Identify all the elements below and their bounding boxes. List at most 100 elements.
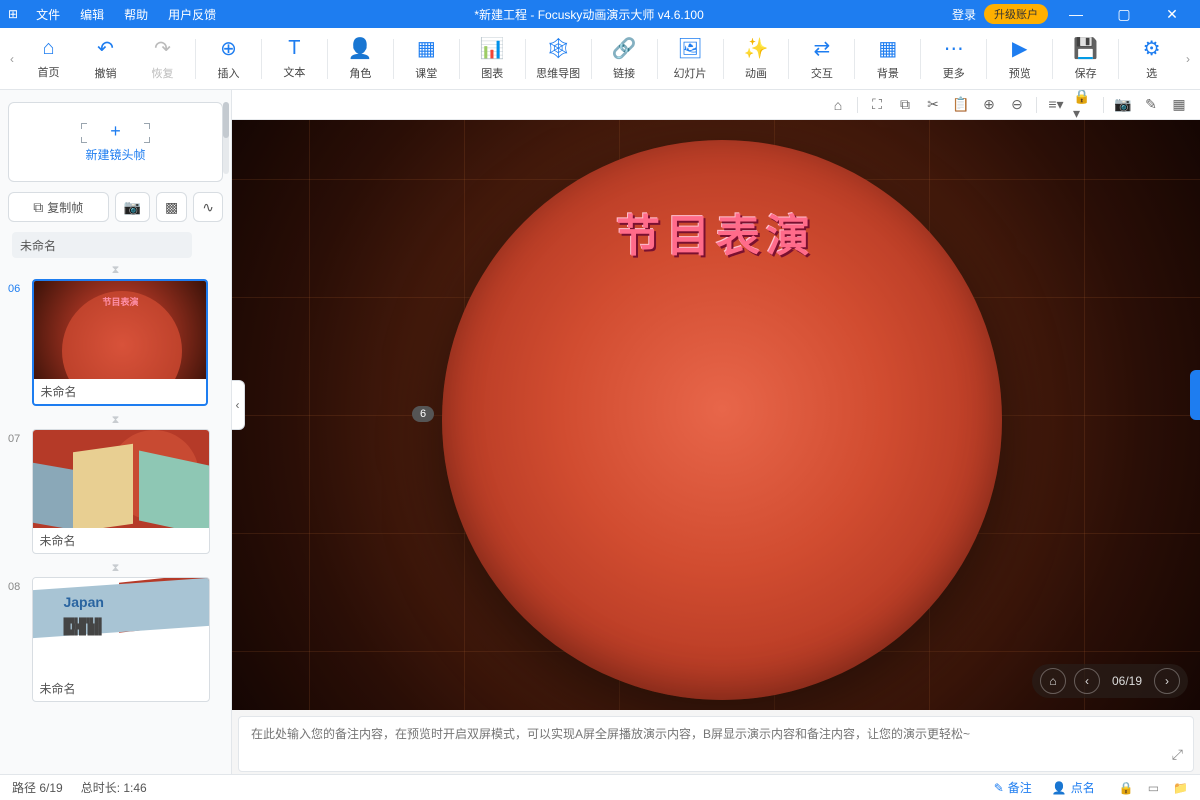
status-path: 路径 6/19 xyxy=(12,779,63,796)
thumb-item-08[interactable]: 08 Japan████ ████ ████ ████ ████████ ██ … xyxy=(8,577,223,702)
tool-交互[interactable]: ⇄交互 xyxy=(793,30,850,88)
qr-button[interactable]: ▩ xyxy=(156,192,187,222)
保存-icon: 💾 xyxy=(1073,36,1098,61)
edit-icon[interactable]: ✎ xyxy=(1140,94,1162,116)
frame-number-badge: 6 xyxy=(412,406,434,422)
更多-icon: ⋯ xyxy=(944,36,964,61)
课堂-icon: ▦ xyxy=(417,36,436,61)
角色-icon: 👤 xyxy=(348,36,373,61)
statusbar: 路径 6/19 总时长: 1:46 ✎ 备注 👤 点名 🔒 ▭ 📁 xyxy=(0,774,1200,800)
tool-保存[interactable]: 💾保存 xyxy=(1057,30,1114,88)
titlebar: ⊞ 文件 编辑 帮助 用户反馈 *新建工程 - Focusky动画演示大师 v4… xyxy=(0,0,1200,28)
tool-文本[interactable]: T文本 xyxy=(266,30,323,88)
notes-expand-icon[interactable]: ⤢ xyxy=(1172,746,1183,763)
预览-icon: ▶ xyxy=(1012,36,1027,61)
path-button[interactable]: ∿ xyxy=(193,192,223,222)
tool-撤销[interactable]: ↶撤销 xyxy=(77,30,134,88)
sidebar-scrollbar[interactable] xyxy=(223,102,229,174)
撤销-icon: ↶ xyxy=(97,36,114,61)
tool-首页[interactable]: ⌂首页 xyxy=(20,30,77,88)
tool-插入[interactable]: ⊕插入 xyxy=(200,30,257,88)
frame-name-input[interactable] xyxy=(12,232,192,258)
lock-icon[interactable]: 🔒▾ xyxy=(1073,94,1095,116)
tool-更多[interactable]: ⋯更多 xyxy=(925,30,982,88)
path-icon: ∿ xyxy=(202,199,214,216)
main-toolbar: ‹ ⌂首页↶撤销↷恢复⊕插入T文本👤角色▦课堂📊图表🕸思维导图🔗链接🖼幻灯片✨动… xyxy=(0,28,1200,90)
tool-角色[interactable]: 👤角色 xyxy=(332,30,389,88)
camera-icon: 📷 xyxy=(124,199,141,216)
upgrade-button[interactable]: 升级账户 xyxy=(984,4,1048,24)
transition-icon[interactable]: ⧗ xyxy=(8,560,223,577)
tool-思维导图[interactable]: 🕸思维导图 xyxy=(530,30,587,88)
nav-next-button[interactable]: › xyxy=(1154,668,1180,694)
right-panel-expand[interactable] xyxy=(1190,370,1200,420)
sidebar-collapse-handle[interactable]: ‹ xyxy=(232,380,245,430)
cut-icon[interactable]: ✂ xyxy=(922,94,944,116)
toolbar-scroll-left[interactable]: ‹ xyxy=(4,30,20,88)
menu-file[interactable]: 文件 xyxy=(26,6,70,23)
maximize-button[interactable]: ▢ xyxy=(1104,6,1144,23)
new-frame-button[interactable]: + 新建镜头帧 xyxy=(8,102,223,182)
tool-选[interactable]: ⚙选 xyxy=(1123,30,1180,88)
首页-icon: ⌂ xyxy=(42,37,54,60)
frames-sidebar: + 新建镜头帧 ⧉复制帧 📷 ▩ ∿ ⧗ 06 节目表演 未命名 ⧗ 07 xyxy=(0,90,232,774)
status-lock-icon[interactable]: 🔒 xyxy=(1119,781,1134,795)
menu-feedback[interactable]: 用户反馈 xyxy=(158,6,226,23)
status-view-icon[interactable]: ▭ xyxy=(1148,781,1159,795)
tool-课堂[interactable]: ▦课堂 xyxy=(398,30,455,88)
thumbnail-list: ⧗ 06 节目表演 未命名 ⧗ 07 未命名 ⧗ 08 xyxy=(8,262,223,774)
图表-icon: 📊 xyxy=(480,36,505,61)
status-folder-icon[interactable]: 📁 xyxy=(1173,781,1188,795)
zoom-in-icon[interactable]: ⊕ xyxy=(978,94,1000,116)
toolbar-scroll-right[interactable]: › xyxy=(1180,30,1196,88)
tool-动画[interactable]: ✨动画 xyxy=(727,30,784,88)
nav-prev-button[interactable]: ‹ xyxy=(1074,668,1100,694)
动画-icon: ✨ xyxy=(744,36,769,61)
login-link[interactable]: 登录 xyxy=(952,6,976,23)
minimize-button[interactable]: — xyxy=(1056,6,1096,22)
notes-panel: ⤢ xyxy=(238,716,1194,772)
tool-图表[interactable]: 📊图表 xyxy=(464,30,521,88)
new-frame-label: 新建镜头帧 xyxy=(85,146,145,163)
tool-预览[interactable]: ▶预览 xyxy=(991,30,1048,88)
thumb-item-06[interactable]: 06 节目表演 未命名 xyxy=(8,279,223,406)
snapshot-icon[interactable]: 📷 xyxy=(1112,94,1134,116)
menu-edit[interactable]: 编辑 xyxy=(70,6,114,23)
文本-icon: T xyxy=(288,37,300,60)
home-icon[interactable]: ⌂ xyxy=(827,94,849,116)
tool-链接[interactable]: 🔗链接 xyxy=(596,30,653,88)
canvas-navigator: ⌂ ‹ 06/19 › xyxy=(1032,664,1188,698)
nav-home-button[interactable]: ⌂ xyxy=(1040,668,1066,694)
close-button[interactable]: ✕ xyxy=(1152,6,1192,23)
思维导图-icon: 🕸 xyxy=(545,36,570,61)
notes-textarea[interactable] xyxy=(251,725,1181,765)
tool-幻灯片[interactable]: 🖼幻灯片 xyxy=(662,30,719,88)
恢复-icon: ↷ xyxy=(154,36,171,61)
align-icon[interactable]: ≡▾ xyxy=(1045,94,1067,116)
status-rollcall-button[interactable]: 👤 点名 xyxy=(1052,779,1095,796)
copy-icon[interactable]: ⧉ xyxy=(894,94,916,116)
camera-button[interactable]: 📷 xyxy=(115,192,150,222)
tool-恢复[interactable]: ↷恢复 xyxy=(134,30,191,88)
paste-icon[interactable]: 📋 xyxy=(950,94,972,116)
幻灯片-icon: 🖼 xyxy=(677,36,702,61)
transition-icon[interactable]: ⧗ xyxy=(8,412,223,429)
plus-icon: + xyxy=(110,121,121,142)
thumb-item-07[interactable]: 07 未命名 xyxy=(8,429,223,554)
插入-icon: ⊕ xyxy=(220,36,237,61)
canvas-area[interactable]: 节目表演 6 ‹ ⌂ ‹ 06/19 › xyxy=(232,120,1200,710)
tool-背景[interactable]: ▦背景 xyxy=(859,30,916,88)
grid-icon[interactable]: ▦ xyxy=(1168,94,1190,116)
交互-icon: ⇄ xyxy=(814,36,831,61)
transition-icon[interactable]: ⧗ xyxy=(8,262,223,279)
链接-icon: 🔗 xyxy=(612,36,637,61)
fit-icon[interactable]: ⛶ xyxy=(866,94,888,116)
app-icon: ⊞ xyxy=(8,7,18,21)
status-notes-button[interactable]: ✎ 备注 xyxy=(994,779,1032,796)
copy-icon: ⧉ xyxy=(33,199,43,216)
zoom-out-icon[interactable]: ⊖ xyxy=(1006,94,1028,116)
menu-help[interactable]: 帮助 xyxy=(114,6,158,23)
copy-frame-button[interactable]: ⧉复制帧 xyxy=(8,192,109,222)
slide-title-text[interactable]: 节目表演 xyxy=(232,200,1200,264)
选-icon: ⚙ xyxy=(1143,36,1161,61)
